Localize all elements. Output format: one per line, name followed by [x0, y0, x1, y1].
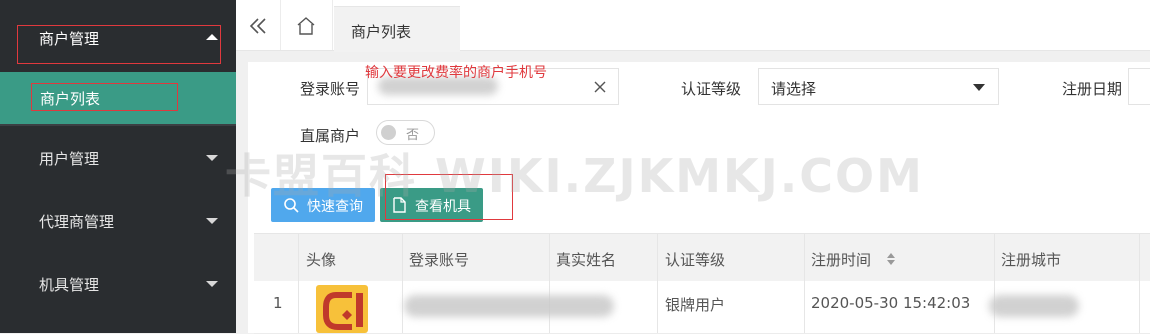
sidebar-item-users[interactable]: 用户管理 [0, 126, 236, 189]
reg-date-input[interactable] [1128, 68, 1150, 105]
column-header-avatar: 头像 [306, 251, 337, 269]
column-divider [402, 234, 403, 282]
sort-icon[interactable] [886, 252, 896, 266]
sidebar-item-agents[interactable]: 代理商管理 [0, 189, 236, 252]
annotation-box-merchant [17, 25, 221, 64]
sidebar-item-label: 代理商管理 [39, 213, 115, 231]
login-account-label: 登录账号 [300, 80, 361, 98]
column-divider [657, 234, 658, 282]
column-divider [1139, 281, 1140, 333]
annotation-box-merchant-list [31, 83, 178, 111]
cert-level-label: 认证等级 [681, 80, 742, 98]
column-header-reg-city: 注册城市 [1001, 251, 1062, 269]
clear-icon[interactable] [593, 80, 607, 94]
watermark: 卡盟百科 WIKI.ZJKMKJ.COM [225, 149, 924, 203]
cell-cert-level: 银牌用户 [665, 296, 726, 314]
column-header-login-account: 登录账号 [409, 251, 470, 269]
column-divider [804, 281, 805, 333]
chevron-down-icon [206, 155, 218, 161]
chevron-down-icon [973, 84, 985, 91]
column-divider [1139, 234, 1140, 282]
avatar-logo-icon [323, 292, 363, 330]
chevron-down-icon [206, 281, 218, 287]
column-divider [657, 281, 658, 333]
home-tab-button[interactable] [280, 0, 333, 50]
column-divider [804, 234, 805, 282]
table-header: 头像 登录账号 真实姓名 认证等级 注册时间 注册城市 [254, 233, 1150, 283]
double-chevron-left-icon [249, 18, 266, 34]
cert-level-select-value: 请选择 [771, 80, 817, 98]
column-divider [549, 234, 550, 282]
sidebar-item-label: 用户管理 [39, 150, 100, 168]
cert-level-select[interactable]: 请选择 [758, 68, 999, 105]
chevron-down-icon [206, 218, 218, 224]
avatar [316, 285, 368, 333]
tab-label: 商户列表 [351, 23, 412, 41]
annotation-text: 输入要更改费率的商户手机号 [365, 65, 547, 81]
row-index: 1 [273, 294, 283, 312]
column-divider [298, 234, 299, 282]
sidebar-item-devices[interactable]: 机具管理 [0, 252, 236, 315]
tab-merchant-list[interactable]: 商户列表 [334, 6, 460, 52]
column-header-cert-level: 认证等级 [665, 251, 726, 269]
column-header-reg-time[interactable]: 注册时间 [811, 249, 871, 270]
column-divider [298, 281, 299, 333]
sidebar: 商户管理 商户列表 用户管理 代理商管理 机具管理 [0, 0, 236, 333]
blurred-text [989, 295, 1079, 317]
table-row[interactable]: 1 银牌用户 2020-05-30 15:42:03 [254, 281, 1150, 334]
column-divider [402, 281, 403, 333]
column-divider [994, 234, 995, 282]
collapse-sidebar-button[interactable] [236, 0, 281, 50]
cell-reg-time: 2020-05-30 15:42:03 [811, 294, 971, 312]
home-icon [297, 17, 315, 35]
toggle-knob [381, 125, 396, 140]
reg-date-label: 注册日期 [1062, 80, 1123, 98]
sidebar-item-label: 机具管理 [39, 276, 100, 294]
column-header-real-name: 真实姓名 [556, 251, 617, 269]
tab-bar: 商户列表 [236, 0, 1150, 52]
blurred-text [404, 295, 614, 317]
